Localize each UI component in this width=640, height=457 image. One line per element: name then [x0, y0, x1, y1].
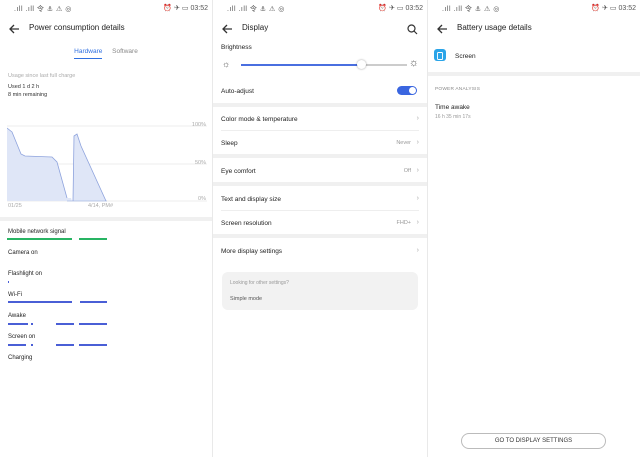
row-mobile-network: Mobile network signal [8, 229, 66, 235]
tab-bar: Hardware Software [0, 48, 212, 59]
section-divider [213, 154, 427, 158]
battery-usage-panel: .ıll .ıll 令 ⚓ ⚠ ◎ ⏰ ✈ ▭ 03:52 Battery us… [428, 0, 640, 457]
signal-icons: .ıll .ıll 令 ⚓ ⚠ ◎ [227, 6, 285, 13]
row-camera: Camera on [8, 250, 38, 256]
screen-on-bar-4 [79, 344, 107, 346]
screen-resolution-value: FHD+ [396, 220, 411, 226]
screen-on-bar-2 [31, 344, 33, 346]
chevron-right-icon: › [416, 115, 419, 122]
chevron-right-icon: › [416, 195, 419, 202]
battery-level-chart [7, 125, 207, 202]
brightness-label: Brightness [221, 44, 252, 51]
status-bar: .ıll .ıll 令 ⚓ ⚠ ◎ ⏰ ✈ ▭ 03:52 [213, 0, 427, 16]
row-wifi: Wi-Fi [8, 292, 22, 298]
wifi-bar-2 [80, 301, 107, 303]
row-charging: Charging [8, 355, 33, 361]
power-consumption-panel: .ıll .ıll 令 ⚓ ⚠ ◎ ⏰ ✈ ▭ 03:52 Power cons… [0, 0, 212, 457]
simple-mode-link[interactable]: Simple mode [230, 296, 262, 302]
text-display-size-label: Text and display size [221, 196, 281, 203]
screen-resolution-item[interactable]: Screen resolution FHD+ › [221, 219, 419, 227]
go-to-display-settings-button[interactable]: GO TO DISPLAY SETTINGS [461, 433, 606, 449]
status-right: ⏰ ✈ ▭ 03:52 [591, 5, 636, 12]
other-settings-question: Looking for other settings? [230, 280, 289, 286]
y-label-100: 100% [191, 122, 206, 128]
more-display-settings-label: More display settings [221, 248, 283, 255]
sleep-value: Never [396, 140, 411, 146]
auto-adjust-label: Auto-adjust [221, 88, 254, 95]
brightness-low-icon: ☼ [222, 59, 231, 69]
back-arrow-icon[interactable] [8, 22, 20, 34]
screen-resolution-label: Screen resolution [221, 220, 272, 227]
usage-since-text: Usage since last full charge [8, 73, 76, 79]
row-separator [221, 210, 419, 211]
section-divider [0, 217, 212, 221]
screen-on-bar-3 [56, 344, 74, 346]
search-icon[interactable] [407, 22, 418, 35]
remaining-text: 8 min remaining [8, 92, 48, 98]
color-mode-item[interactable]: Color mode & temperature › [221, 115, 419, 123]
color-mode-label: Color mode & temperature [221, 116, 298, 123]
awake-bar-3 [56, 323, 74, 325]
wifi-bar-1 [8, 301, 72, 303]
other-settings-card: Looking for other settings? Simple mode [222, 272, 418, 310]
brightness-high-icon: ☼ [408, 57, 419, 69]
brightness-slider-knob[interactable] [356, 60, 366, 69]
section-divider [213, 234, 427, 238]
display-settings-panel: .ıll .ıll 令 ⚓ ⚠ ◎ ⏰ ✈ ▭ 03:52 Display Br… [213, 0, 427, 457]
chevron-right-icon: › [416, 247, 419, 254]
time-awake-value: 16 h 35 min 17s [435, 114, 471, 120]
text-display-size-item[interactable]: Text and display size › [221, 195, 419, 203]
section-divider [213, 182, 427, 186]
tab-hardware[interactable]: Hardware [74, 48, 103, 59]
time-awake-label: Time awake [435, 104, 470, 111]
chevron-right-icon: › [416, 219, 419, 226]
row-screen-on: Screen on [8, 334, 36, 340]
chevron-right-icon: › [416, 167, 419, 174]
screen-on-bar-1 [8, 344, 26, 346]
page-title: Battery usage details [457, 23, 532, 32]
used-text: Used 1 d 2 h [8, 84, 40, 90]
power-analysis-heading: POWER ANALYSIS [435, 87, 481, 92]
flashlight-bar [8, 281, 9, 283]
awake-bar-2 [31, 323, 33, 325]
section-divider [213, 103, 427, 107]
brightness-slider[interactable] [241, 60, 407, 69]
eye-comfort-value: Off [403, 168, 411, 174]
tab-software[interactable]: Software [112, 48, 138, 59]
back-arrow-icon[interactable] [221, 22, 233, 34]
signal-icons: .ıll .ıll 令 ⚓ ⚠ ◎ [14, 6, 72, 13]
section-divider [428, 72, 640, 76]
page-title: Display [242, 23, 269, 32]
y-label-50: 50% [194, 160, 206, 166]
row-separator [221, 130, 419, 131]
more-display-settings-item[interactable]: More display settings › [221, 247, 419, 255]
back-arrow-icon[interactable] [436, 22, 448, 34]
status-right: ⏰ ✈ ▭ 03:52 [378, 5, 423, 12]
y-label-0: 0% [198, 196, 206, 202]
row-awake: Awake [8, 313, 26, 319]
screen-label: Screen [455, 53, 476, 60]
mobile-network-bar-1 [7, 238, 72, 240]
eye-comfort-label: Eye comfort [221, 168, 256, 175]
page-title: Power consumption details [29, 23, 125, 32]
brightness-slider-fill [241, 64, 361, 66]
auto-adjust-toggle[interactable] [397, 86, 417, 95]
row-flashlight: Flashlight on [8, 271, 43, 277]
chevron-right-icon: › [416, 139, 419, 146]
x-label-end: 4/14, PM# [88, 203, 114, 209]
status-bar: .ıll .ıll 令 ⚓ ⚠ ◎ ⏰ ✈ ▭ 03:52 [0, 0, 212, 16]
awake-bar-1 [8, 323, 28, 325]
sleep-label: Sleep [221, 140, 238, 147]
screen-app-icon [434, 49, 446, 61]
status-right: ⏰ ✈ ▭ 03:52 [163, 5, 208, 12]
eye-comfort-item[interactable]: Eye comfort Off › [221, 167, 419, 175]
sleep-item[interactable]: Sleep Never › [221, 139, 419, 147]
signal-icons: .ıll .ıll 令 ⚓ ⚠ ◎ [442, 6, 500, 13]
status-bar: .ıll .ıll 令 ⚓ ⚠ ◎ ⏰ ✈ ▭ 03:52 [428, 0, 640, 16]
awake-bar-4 [79, 323, 107, 325]
mobile-network-bar-2 [79, 238, 107, 240]
x-label-start: 01/25 [8, 203, 22, 209]
